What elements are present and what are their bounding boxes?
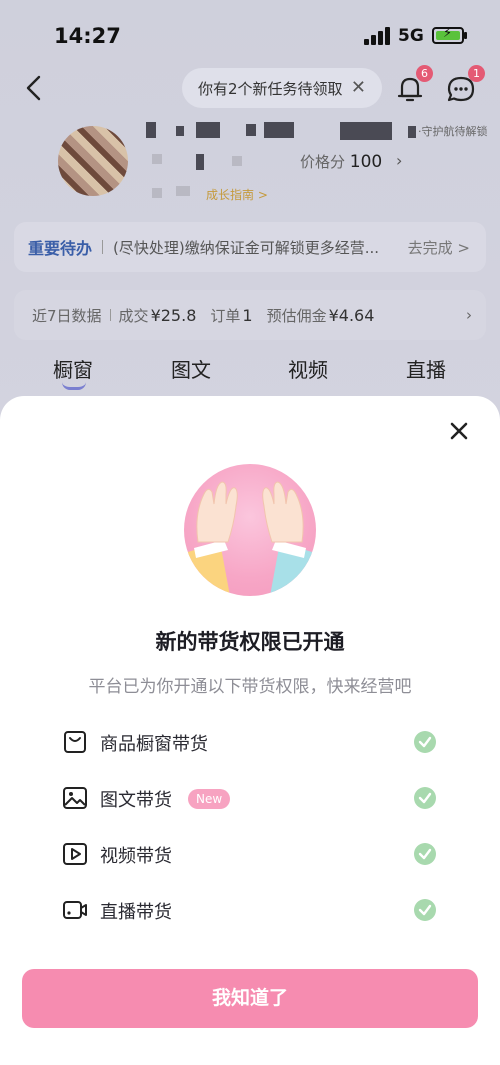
permission-row: 图文带货 New [62,783,442,813]
bell-badge: 6 [416,65,433,82]
todo-text: (尽快处理)缴纳保证金可解锁更多经营... [113,238,380,257]
camera-icon [63,901,87,919]
signal-icon [364,27,392,45]
status-time: 14:27 [54,24,121,48]
tab-video[interactable]: 视频 [288,354,328,383]
hands-illustration [184,464,316,596]
tab-image-text[interactable]: 图文 [171,354,211,383]
deal-value: ¥25.8 [150,305,197,325]
image-icon [63,787,87,809]
chevron-right-icon[interactable]: › [466,306,472,324]
chevron-right-icon[interactable]: › [396,151,402,170]
divider [102,240,104,254]
price-score-label: 价格分 [300,153,346,171]
close-button[interactable] [448,420,470,442]
battery-cap [464,32,467,39]
commission-label: 预估佣金 [266,306,327,325]
new-badge: New [188,789,231,809]
close-icon[interactable]: ✕ [351,77,366,98]
stats-row[interactable]: 近7日数据 成交 ¥25.8 订单 1 预估佣金 ¥4.64 › [14,290,486,340]
orders-value: 1 [242,305,253,325]
todo-title: 重要待办 [28,239,93,258]
tab-live[interactable]: 直播 [406,354,446,383]
price-score[interactable]: 价格分 100 [300,151,382,172]
permission-label: 图文带货 [100,790,172,811]
todo-card[interactable]: 重要待办 (尽快处理)缴纳保证金可解锁更多经营... 去完成 > [14,222,486,272]
bell-button[interactable]: 6 [396,65,433,104]
permission-row: 商品橱窗带货 [62,727,442,757]
permission-row: 视频带货 [62,839,442,869]
message-button[interactable]: 1 [446,65,485,104]
sheet-title: 新的带货权限已开通 [155,630,345,654]
permission-label: 视频带货 [100,846,172,867]
permission-row: 直播带货 [62,895,442,925]
tab-showcase[interactable]: 橱窗 [53,354,93,383]
confirm-button[interactable]: 我知道了 [22,969,478,1028]
growth-guide-link[interactable]: 成长指南 > [206,186,268,203]
back-button[interactable] [22,74,46,102]
sheet-subtitle: 平台已为你开通以下带货权限，快来经营吧 [88,677,412,697]
chevron-left-icon [26,75,41,101]
price-score-value: 100 [349,152,383,172]
deal-label: 成交 [118,306,149,325]
check-icon [414,843,436,865]
close-icon [450,422,468,440]
orders-label: 订单 [210,306,241,325]
stats-label: 近7日数据 [32,306,102,325]
check-icon [414,731,436,753]
video-play-icon [63,843,87,865]
task-pill[interactable]: 你有2个新任务待领取 ✕ [182,68,382,108]
task-pill-text: 你有2个新任务待领取 [198,79,343,98]
network-label: 5G [398,26,424,46]
commission-value: ¥4.64 [328,305,375,325]
message-badge: 1 [468,65,485,82]
check-icon [414,787,436,809]
battery-icon: ⚡ [432,26,464,44]
permission-label: 直播带货 [100,902,172,923]
bag-icon [64,731,86,753]
ambassador-text: ·守护航待解锁 [418,125,488,138]
check-icon [414,899,436,921]
avatar[interactable] [58,126,128,196]
status-bar: 14:27 5G ⚡ [0,0,500,70]
todo-action-link[interactable]: 去完成 > [408,237,470,258]
permission-label: 商品橱窗带货 [100,734,208,755]
divider [109,309,111,321]
